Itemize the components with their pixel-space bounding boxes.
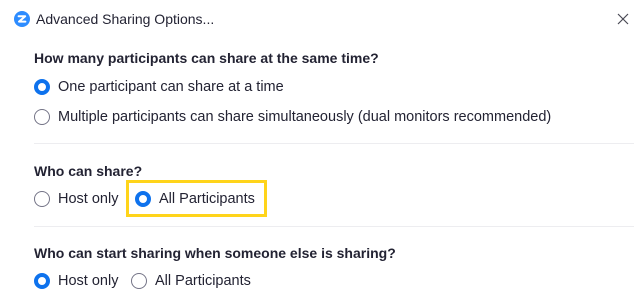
radio-selected-icon: [34, 79, 50, 95]
option-label: Host only: [58, 273, 119, 289]
zoom-logo-icon: [14, 11, 30, 27]
divider: [34, 226, 634, 227]
option-label: Multiple participants can share simultan…: [58, 109, 552, 125]
section-title: How many participants can share at the s…: [34, 50, 379, 66]
divider: [34, 143, 634, 144]
close-button[interactable]: [612, 8, 634, 30]
section-share-count: How many participants can share at the s…: [34, 49, 634, 139]
radio-multiple-participants[interactable]: Multiple participants can share simultan…: [34, 107, 551, 127]
radio-all-participants-start[interactable]: All Participants: [131, 271, 251, 291]
advanced-sharing-dialog: Advanced Sharing Options... How many par…: [0, 0, 642, 304]
option-label: One participant can share at a time: [58, 79, 284, 95]
section-who-can-share: Who can share? Host only All Participant…: [34, 162, 634, 222]
radio-selected-icon: [135, 191, 151, 207]
close-icon: [617, 13, 629, 25]
radio-unselected-icon: [34, 109, 50, 125]
option-label: All Participants: [159, 191, 255, 207]
section-title: Who can share?: [34, 163, 143, 179]
section-title: Who can start sharing when someone else …: [34, 245, 396, 261]
radio-all-participants[interactable]: All Participants: [135, 189, 255, 209]
radio-selected-icon: [34, 273, 50, 289]
option-label: Host only: [58, 191, 119, 207]
radio-host-only[interactable]: Host only: [34, 189, 118, 209]
option-label: All Participants: [155, 273, 251, 289]
radio-host-only-start[interactable]: Host only: [34, 271, 118, 291]
radio-unselected-icon: [131, 273, 147, 289]
section-start-sharing: Who can start sharing when someone else …: [34, 244, 634, 304]
radio-unselected-icon: [34, 191, 50, 207]
window-title: Advanced Sharing Options...: [36, 11, 215, 27]
title-bar: Advanced Sharing Options...: [0, 0, 642, 36]
radio-one-participant[interactable]: One participant can share at a time: [34, 77, 284, 97]
